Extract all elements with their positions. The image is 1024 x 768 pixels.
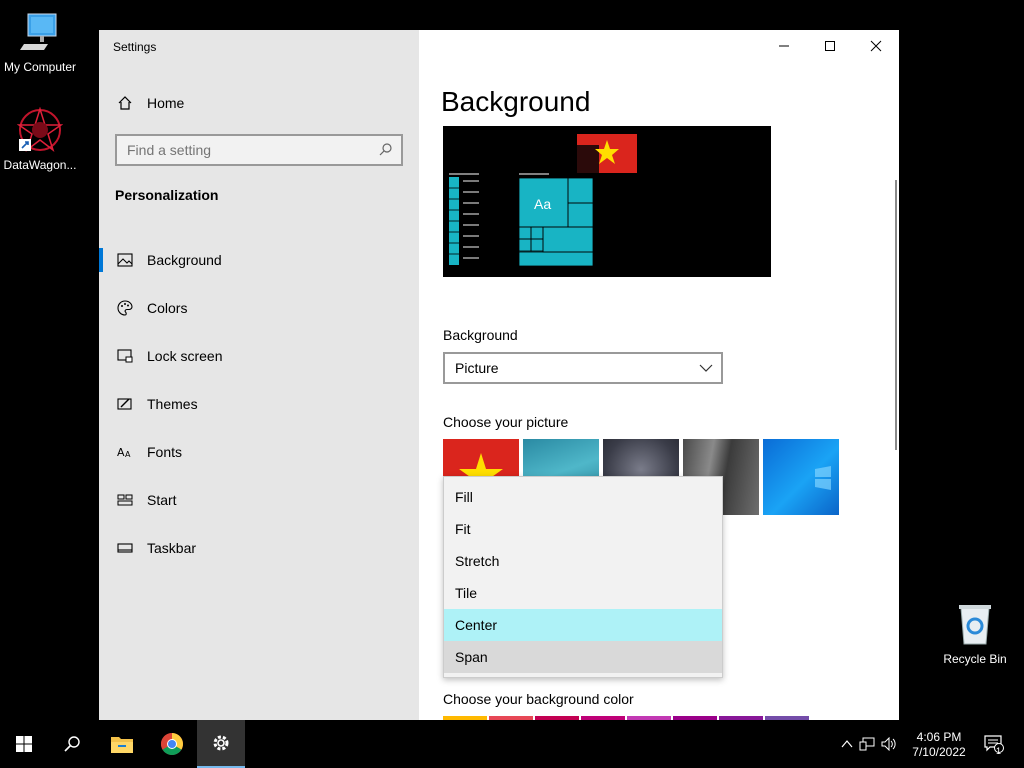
sidebar-item-label: Lock screen: [147, 348, 223, 364]
network-icon[interactable]: [856, 737, 878, 751]
clock-time: 4:06 PM: [916, 730, 962, 744]
sidebar-item-taskbar[interactable]: Taskbar: [99, 524, 419, 572]
settings-icon: [213, 735, 229, 751]
action-center-button[interactable]: 1: [970, 720, 1018, 768]
window-controls: [761, 30, 899, 62]
background-label: Background: [443, 327, 518, 343]
search-icon: [64, 736, 80, 752]
thumbnail-windows[interactable]: [763, 439, 839, 515]
recycle-bin-icon: [951, 600, 999, 648]
chevron-up-icon[interactable]: [838, 739, 856, 749]
search-box[interactable]: [115, 134, 403, 166]
sidebar-item-lock-screen[interactable]: Lock screen: [99, 332, 419, 380]
windows-logo-icon: [16, 736, 32, 752]
settings-window: Settings Home Personalization Background: [99, 30, 899, 720]
system-tray: [838, 720, 900, 768]
preview-tile-text: Aa: [534, 196, 552, 212]
minimize-icon: [779, 45, 789, 47]
sidebar-item-label: Background: [147, 252, 222, 268]
desktop-icon-recycle-bin[interactable]: Recycle Bin: [935, 600, 1015, 666]
svg-text:A: A: [117, 446, 125, 459]
background-dropdown[interactable]: Picture: [443, 352, 723, 384]
sidebar-item-label: Start: [147, 492, 177, 508]
chrome-button[interactable]: [148, 720, 196, 768]
window-title: Settings: [113, 40, 157, 54]
fit-option-tile[interactable]: Tile: [444, 577, 722, 609]
nav-list: Background Colors Lock screen Themes A A…: [99, 236, 419, 572]
palette-icon: [115, 298, 135, 318]
picture-icon: [115, 250, 135, 270]
svg-text:A: A: [125, 450, 131, 459]
file-explorer-button[interactable]: [98, 720, 146, 768]
chevron-down-icon: [699, 360, 713, 377]
clock[interactable]: 4:06 PM 7/10/2022: [906, 730, 972, 760]
sidebar-item-colors[interactable]: Colors: [99, 284, 419, 332]
choose-color-label: Choose your background color: [443, 691, 634, 707]
fit-option-fill[interactable]: Fill: [444, 481, 722, 513]
background-preview: Aa: [443, 126, 771, 277]
chrome-icon: [161, 733, 183, 755]
home-icon: [115, 93, 135, 113]
computer-icon: [16, 8, 64, 56]
desktop-icon-label: DataWagon...: [3, 158, 77, 172]
close-icon: [870, 40, 882, 52]
maximize-icon: [825, 41, 835, 51]
taskbar-icon: [115, 538, 135, 558]
maximize-button[interactable]: [807, 30, 853, 62]
main-panel: Background Aa Background Picture Choose …: [419, 30, 899, 720]
sidebar: Settings Home Personalization Background: [99, 30, 419, 720]
search-input[interactable]: [127, 142, 367, 158]
notification-count: 1: [996, 746, 1002, 756]
close-button[interactable]: [853, 30, 899, 62]
sidebar-item-label: Colors: [147, 300, 188, 316]
background-dropdown-value: Picture: [455, 360, 499, 376]
minimize-button[interactable]: [761, 30, 807, 62]
fit-option-center[interactable]: Center: [444, 609, 722, 641]
scrollbar[interactable]: [895, 180, 897, 450]
section-title: Personalization: [115, 187, 219, 203]
desktop-icon-label: My Computer: [3, 60, 77, 74]
start-icon: [115, 490, 135, 510]
desktop-icon-datawagon[interactable]: DataWagon...: [0, 106, 80, 172]
search-icon: [379, 142, 393, 159]
fit-option-fit[interactable]: Fit: [444, 513, 722, 545]
sidebar-item-label: Fonts: [147, 444, 183, 460]
fit-option-span[interactable]: Span: [444, 641, 722, 673]
desktop-icon-label: Recycle Bin: [943, 652, 1007, 666]
volume-icon[interactable]: [878, 737, 900, 751]
sidebar-item-start[interactable]: Start: [99, 476, 419, 524]
choose-picture-label: Choose your picture: [443, 414, 569, 430]
fonts-icon: AA: [115, 442, 135, 462]
sidebar-item-themes[interactable]: Themes: [99, 380, 419, 428]
taskbar: 4:06 PM 7/10/2022 1: [0, 720, 1024, 768]
search-button[interactable]: [48, 720, 96, 768]
sidebar-item-label: Taskbar: [147, 540, 197, 556]
settings-taskbar-button[interactable]: [197, 720, 245, 768]
home-label: Home: [147, 95, 185, 111]
folder-icon: [111, 737, 133, 753]
datawagon-logo-icon: [16, 106, 64, 154]
desktop-icon-my-computer[interactable]: My Computer: [0, 8, 80, 74]
clock-date: 7/10/2022: [912, 745, 966, 759]
page-title: Background: [441, 86, 591, 117]
fit-option-stretch[interactable]: Stretch: [444, 545, 722, 577]
fit-options-popup: Fill Fit Stretch Tile Center Span: [443, 476, 723, 678]
lock-screen-icon: [115, 346, 135, 366]
start-button[interactable]: [0, 720, 48, 768]
sidebar-item-label: Themes: [147, 396, 198, 412]
sidebar-item-background[interactable]: Background: [99, 236, 419, 284]
themes-icon: [115, 394, 135, 414]
home-link[interactable]: Home: [115, 92, 184, 114]
sidebar-item-fonts[interactable]: AA Fonts: [99, 428, 419, 476]
